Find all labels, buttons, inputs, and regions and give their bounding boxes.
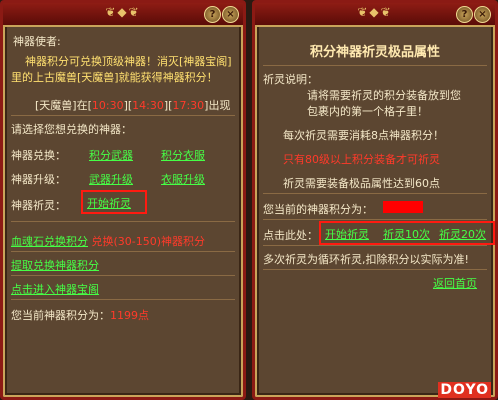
divider bbox=[263, 269, 487, 270]
left-dialog-panel: ❦◆❦ ? × 神器使者: 神器积分可兑换顶级神器！消灭[神器宝阁] 里的上古魔… bbox=[0, 0, 246, 400]
points-value-redacted bbox=[383, 201, 423, 213]
upgrade-clothes-link[interactable]: 衣服升级 bbox=[161, 171, 205, 187]
stone-exchange-note: 兑换(30-150)神器积分 bbox=[91, 235, 206, 248]
close-button[interactable]: × bbox=[222, 6, 239, 23]
stats-requirement: 祈灵需要装备极品属性达到60点 bbox=[283, 177, 440, 190]
spawn-time-3: 17:30 bbox=[172, 99, 205, 112]
title-ornament: ❦◆❦ bbox=[105, 5, 141, 19]
divider bbox=[11, 251, 235, 252]
divider bbox=[11, 115, 235, 116]
help-button[interactable]: ? bbox=[204, 6, 221, 23]
back-home-link[interactable]: 返回首页 bbox=[433, 275, 477, 291]
left-titlebar: ❦◆❦ ? × bbox=[3, 3, 243, 27]
divider bbox=[263, 219, 487, 220]
desc-line-2: 包裹内的第一个格子里！ bbox=[307, 105, 428, 118]
panel-title: 积分神器祈灵极品属性 bbox=[263, 41, 487, 66]
upgrade-weapon-link[interactable]: 武器升级 bbox=[89, 171, 133, 187]
enter-treasure-link[interactable]: 点击进入神器宝阁 bbox=[11, 281, 99, 297]
pray-20-times-button[interactable]: 祈灵20次 bbox=[439, 226, 486, 242]
upgrade-label: 神器升级： bbox=[11, 173, 66, 186]
click-here-label: 点击此处： bbox=[263, 229, 318, 242]
site-watermark: DOYO bbox=[438, 382, 491, 398]
stone-exchange-row: 血魂石兑换积分 兑换(30-150)神器积分 bbox=[11, 233, 205, 249]
exchange-label: 神器兑换： bbox=[11, 149, 66, 162]
divider bbox=[263, 245, 487, 246]
divider bbox=[11, 221, 235, 222]
right-titlebar: ❦◆❦ ? × bbox=[255, 3, 495, 27]
current-points: 您当前神器积分为：1199点 bbox=[11, 309, 149, 322]
exchange-weapon-link[interactable]: 积分武器 bbox=[89, 147, 133, 163]
withdraw-points-link[interactable]: 提取兑换神器积分 bbox=[11, 257, 99, 273]
close-button[interactable]: × bbox=[474, 6, 491, 23]
multi-pray-note: 多次祈灵为循环祈灵,扣除积分以实际为准! bbox=[263, 253, 469, 266]
spawn-time-1: 10:30 bbox=[91, 99, 124, 112]
spawn-time-2: 14:30 bbox=[132, 99, 164, 112]
divider bbox=[11, 275, 235, 276]
exchange-clothes-link[interactable]: 积分衣服 bbox=[161, 147, 205, 163]
pray-start-link[interactable]: 开始祈灵 bbox=[87, 195, 131, 211]
points-value: 1199点 bbox=[110, 309, 149, 322]
pray-label: 神器祈灵： bbox=[11, 199, 66, 212]
current-points-label: 您当前的神器积分为： bbox=[263, 203, 373, 216]
level-requirement: 只有80级以上积分装备才可祈灵 bbox=[283, 153, 440, 166]
choose-prompt: 请选择您想兑换的神器： bbox=[11, 123, 132, 136]
divider bbox=[263, 193, 487, 194]
desc-label: 祈灵说明： bbox=[263, 73, 318, 86]
pray-10-times-button[interactable]: 祈灵10次 bbox=[383, 226, 430, 242]
desc-line-1: 请将需要祈灵的积分装备放到您 bbox=[307, 89, 461, 102]
help-button[interactable]: ? bbox=[456, 6, 473, 23]
divider bbox=[11, 299, 235, 300]
right-dialog-panel: ❦◆❦ ? × 积分神器祈灵极品属性 祈灵说明： 请将需要祈灵的积分装备放到您 … bbox=[252, 0, 498, 400]
pray-start-button[interactable]: 开始祈灵 bbox=[325, 226, 369, 242]
stone-exchange-link[interactable]: 血魂石兑换积分 bbox=[11, 235, 88, 248]
intro-line-2: 里的上古魔兽[天魔兽]就能获得神器积分！ bbox=[11, 71, 218, 84]
cost-text: 每次祈灵需要消耗8点神器积分！ bbox=[283, 129, 444, 142]
npc-name: 神器使者: bbox=[13, 35, 61, 48]
title-ornament: ❦◆❦ bbox=[357, 5, 393, 19]
intro-line-1: 神器积分可兑换顶级神器！消灭[神器宝阁] bbox=[25, 55, 232, 68]
spawn-schedule: [天魔兽]在[10:30][14:30][17:30]出现 bbox=[35, 99, 231, 112]
